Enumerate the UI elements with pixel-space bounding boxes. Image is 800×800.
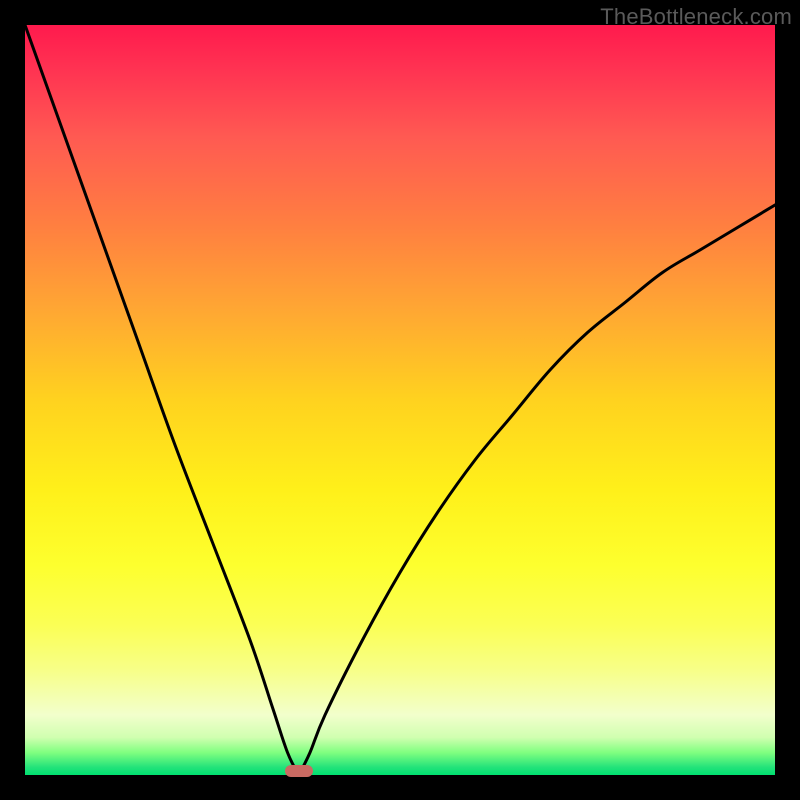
optimal-marker (285, 765, 313, 777)
watermark-text: TheBottleneck.com (600, 4, 792, 30)
chart-area (25, 25, 775, 775)
curve-path (25, 25, 775, 775)
bottleneck-curve (25, 25, 775, 775)
